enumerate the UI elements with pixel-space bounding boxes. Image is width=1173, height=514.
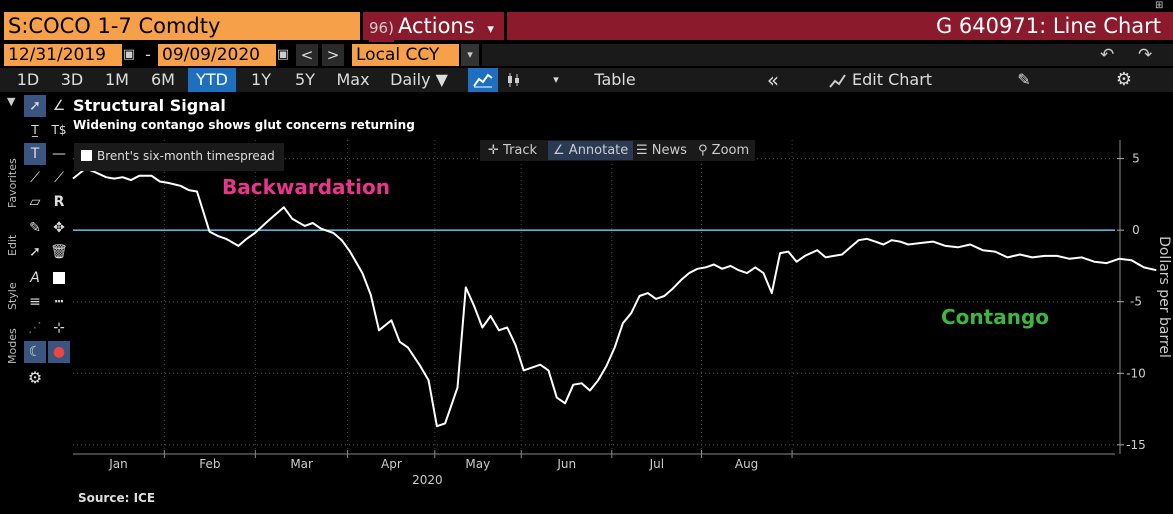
source-note: Source: ICE bbox=[78, 491, 156, 505]
news-icon: ☰ bbox=[636, 143, 648, 158]
x-tick-label: Mar bbox=[290, 457, 313, 471]
annotation-contango: Contango bbox=[941, 305, 1049, 329]
annotate-label: Annotate bbox=[568, 143, 629, 158]
legend-label: Brent's six-month timespread bbox=[97, 149, 275, 163]
x-tick-label: Jan bbox=[108, 457, 128, 471]
zoom-icon: ⚲ bbox=[698, 143, 708, 158]
annotate-icon: ∠ bbox=[553, 143, 565, 158]
track-label: Track bbox=[503, 143, 538, 158]
y-tick-label: 5 bbox=[1132, 152, 1140, 166]
annotation-backwardation: Backwardation bbox=[222, 175, 390, 199]
news-button[interactable]: ☰ News bbox=[636, 141, 687, 160]
x-tick-label: Jun bbox=[556, 457, 576, 471]
x-tick-label: Aug bbox=[735, 457, 758, 471]
legend-swatch bbox=[81, 150, 92, 161]
y-tick-label: -5 bbox=[1130, 295, 1142, 309]
year-label: 2020 bbox=[412, 473, 443, 487]
y-tick-label: 0 bbox=[1132, 223, 1140, 237]
x-tick-label: Jul bbox=[649, 457, 664, 471]
zoom-button[interactable]: ⚲ Zoom bbox=[698, 141, 749, 160]
annotate-button[interactable]: ∠ Annotate bbox=[548, 141, 634, 160]
zoom-label: Zoom bbox=[711, 143, 750, 158]
track-button[interactable]: ✛ Track bbox=[488, 141, 537, 160]
y-tick-label: -15 bbox=[1126, 438, 1146, 452]
x-tick-label: Feb bbox=[199, 457, 220, 471]
x-tick-label: Apr bbox=[381, 457, 402, 471]
news-label: News bbox=[651, 143, 687, 158]
y-axis-label: Dollars per barrel bbox=[1156, 236, 1172, 358]
x-tick-label: May bbox=[465, 457, 490, 471]
y-tick-label: -10 bbox=[1126, 366, 1146, 380]
crosshair-icon: ✛ bbox=[488, 143, 499, 158]
line-chart[interactable]: 5 0 -5 -10 -15 Jan Feb Mar Apr May Jun Jul Aug 2020 Do… bbox=[0, 0, 1173, 514]
series-line bbox=[72, 167, 1157, 428]
